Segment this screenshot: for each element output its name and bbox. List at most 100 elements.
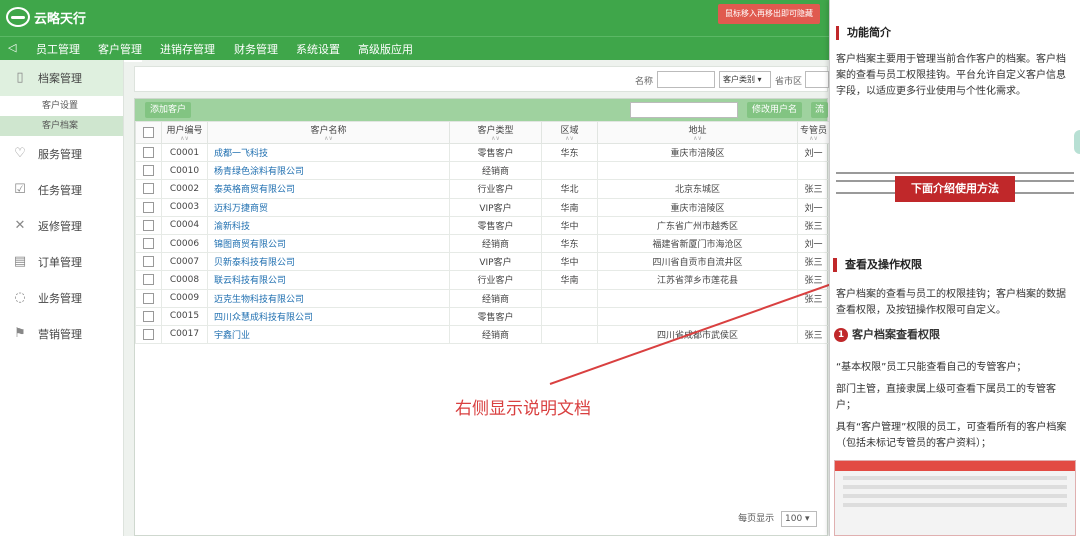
column-header-address[interactable]: 地址 ∧∨ [597,121,798,144]
nav-item-staff[interactable]: 员工管理 [36,41,80,57]
collapse-toggle-icon[interactable]: ◁ [8,41,16,54]
sidebar-item-archives[interactable]: ▯ 档案管理 [0,60,123,96]
column-header-manager[interactable]: 专管员 ∧∨ [797,121,830,144]
nav-item-settings[interactable]: 系统设置 [296,41,340,57]
table-row[interactable]: C0006 锦图商贸有限公司 经销商 华东 福建省新厦门市海沧区 刘一 [135,233,830,254]
customer-name-cell[interactable]: 渝新科技 [207,215,450,235]
table-row[interactable]: C0015 四川众慧成科技有限公司 零售客户 [135,306,830,326]
order-icon: ▤ [13,254,27,269]
brand-name: 云略天行 [34,11,87,27]
table-row[interactable]: C0010 杨青绿色涂料有限公司 经销商 [135,161,830,181]
rule-line-3: 具有“客户管理”权限的员工，可查看所有的客户档案（包括未标记专管员的客户资料）； [836,422,1067,449]
table-row[interactable]: C0001 成都一飞科技 零售客户 华东 重庆市涪陵区 刘一 [135,142,830,163]
permission-title: 查看及操作权限 [833,258,922,272]
nav-item-inventory[interactable]: 进销存管理 [160,41,215,57]
sidebar-item-business[interactable]: ◌ 业务管理 [0,280,123,316]
customer-name-cell[interactable]: 锦图商贸有限公司 [207,233,450,254]
name-input[interactable] [657,71,715,88]
customer-name-cell[interactable]: 迈克生物科技有限公司 [207,288,450,308]
customer-id-cell: C0007 [161,252,208,272]
help-doc-panel[interactable]: 功能简介 客户档案主要用于管理当前合作客户的档案。客户档案的查看与员工权限挂钩。… [829,0,1080,536]
region-cell: 华北 [541,179,598,199]
add-customer-button[interactable]: 添加客户 [145,102,192,118]
divider [836,172,1074,174]
region-input[interactable] [805,71,829,88]
row-select-cell [135,324,162,345]
brand-logo[interactable]: 云略天行 [6,7,86,27]
sidebar-item-orders[interactable]: ▤ 订单管理 [0,244,123,280]
toolbar-search-input[interactable] [630,102,738,118]
panel-scroll-handle[interactable] [1074,130,1080,154]
table-row[interactable]: C0004 渝新科技 零售客户 华中 广东省广州市越秀区 张三 [135,215,830,235]
column-header-name[interactable]: 客户名称 ∧∨ [207,121,450,144]
rename-user-button[interactable]: 修改用户名 [747,102,803,118]
nav-item-advanced[interactable]: 高级版应用 [358,41,413,57]
customer-name-cell[interactable]: 泰英格商贸有限公司 [207,179,450,199]
thumbnail-line [843,476,1067,480]
customer-id-cell: C0004 [161,215,208,235]
row-checkbox[interactable] [143,238,154,250]
row-select-cell [135,161,162,181]
annotation-text: 右侧显示说明文档 [455,399,591,419]
page-size-select[interactable]: 100 ▾ [781,511,817,527]
manager-cell: 张三 [797,270,830,290]
customer-type-cell: VIP客户 [449,197,542,217]
main-content: 名称 客户类别 ▾ 省市区 添加客户 修改用户名 流 用户编号 ∧∨ 客户名称 ∧∨… [134,66,830,536]
customer-name-cell[interactable]: 四川众慧成科技有限公司 [207,306,450,326]
column-header-id[interactable]: 用户编号 ∧∨ [161,121,208,144]
manager-cell: 张三 [797,215,830,235]
row-checkbox[interactable] [143,256,154,268]
column-header-type[interactable]: 客户类型 ∧∨ [449,121,542,144]
customer-name-cell[interactable]: 迈科万捷商贸 [207,197,450,217]
customer-table: 用户编号 ∧∨ 客户名称 ∧∨ 客户类型 ∧∨ 区域 ∧∨ 地址 ∧∨ 专管员 ∧∨ C00… [135,121,830,345]
customer-id-cell: C0010 [161,161,208,181]
hover-hint-badge[interactable]: 鼠标移入再移出即可隐藏 [718,4,820,24]
more-button[interactable]: 流 [811,102,829,118]
table-row[interactable]: C0007 贝新泰科技有限公司 VIP客户 华中 四川省自贡市自流井区 张三 [135,252,830,272]
thumbnail-line [843,503,1067,507]
row-select-cell [135,252,162,272]
manager-cell: 刘一 [797,197,830,217]
row-checkbox[interactable] [143,274,154,286]
row-checkbox[interactable] [143,165,154,177]
customer-name-cell[interactable]: 联云科技有限公司 [207,270,450,290]
permission-text: 客户档案的查看与员工的权限挂钩；客户档案的数据查看权限，及按钮操作权限可自定义。 [836,289,1066,316]
customer-name-cell[interactable]: 杨青绿色涂料有限公司 [207,161,450,181]
sidebar-item-repair[interactable]: ✕ 返修管理 [0,208,123,244]
sidebar-item-label: 任务管理 [38,184,82,197]
select-all-checkbox[interactable] [143,127,154,138]
sidebar-item-marketing[interactable]: ⚑ 营销管理 [0,316,123,352]
customer-name-cell[interactable]: 成都一飞科技 [207,142,450,163]
row-checkbox[interactable] [143,147,154,159]
sidebar-item-service[interactable]: ♡ 服务管理 [0,136,123,172]
sidebar-sub-customer-settings[interactable]: 客户设置 [0,96,123,116]
nav-item-customers[interactable]: 客户管理 [98,41,142,62]
nav-item-finance[interactable]: 财务管理 [234,41,278,57]
list-toolbar: 添加客户 修改用户名 流 [135,99,829,121]
cycle-icon: ◌ [14,290,26,305]
address-cell: 广东省广州市越秀区 [597,215,798,235]
customer-type-select[interactable]: 客户类别 ▾ [719,71,771,88]
sidebar-sub-customer-archive[interactable]: 客户档案 [0,116,123,136]
region-cell: 华东 [541,142,598,163]
row-select-cell [135,215,162,235]
row-checkbox[interactable] [143,219,154,231]
row-checkbox[interactable] [143,310,154,322]
row-checkbox[interactable] [143,201,154,213]
table-row[interactable]: C0008 联云科技有限公司 行业客户 华南 江苏省萍乡市莲花县 张三 [135,270,830,290]
column-header-region[interactable]: 区域 ∧∨ [541,121,598,144]
row-select-cell [135,142,162,163]
customer-name-cell[interactable]: 宇鑫门业 [207,324,450,345]
region-cell [541,161,598,181]
table-row[interactable]: C0017 宇鑫门业 经销商 四川省成都市武侯区 张三 [135,324,830,345]
table-row[interactable]: C0009 迈克生物科技有限公司 经销商 张三 [135,288,830,308]
table-row[interactable]: C0003 迈科万捷商贸 VIP客户 华南 重庆市涪陵区 刘一 [135,197,830,217]
table-row[interactable]: C0002 泰英格商贸有限公司 行业客户 华北 北京东城区 张三 [135,179,830,199]
row-checkbox[interactable] [143,183,154,195]
manager-cell: 张三 [797,252,830,272]
row-checkbox[interactable] [143,292,154,304]
row-checkbox[interactable] [143,328,154,340]
customer-name-cell[interactable]: 贝新泰科技有限公司 [207,252,450,272]
sidebar-item-tasks[interactable]: ☑ 任务管理 [0,172,123,208]
customer-id-cell: C0017 [161,324,208,345]
